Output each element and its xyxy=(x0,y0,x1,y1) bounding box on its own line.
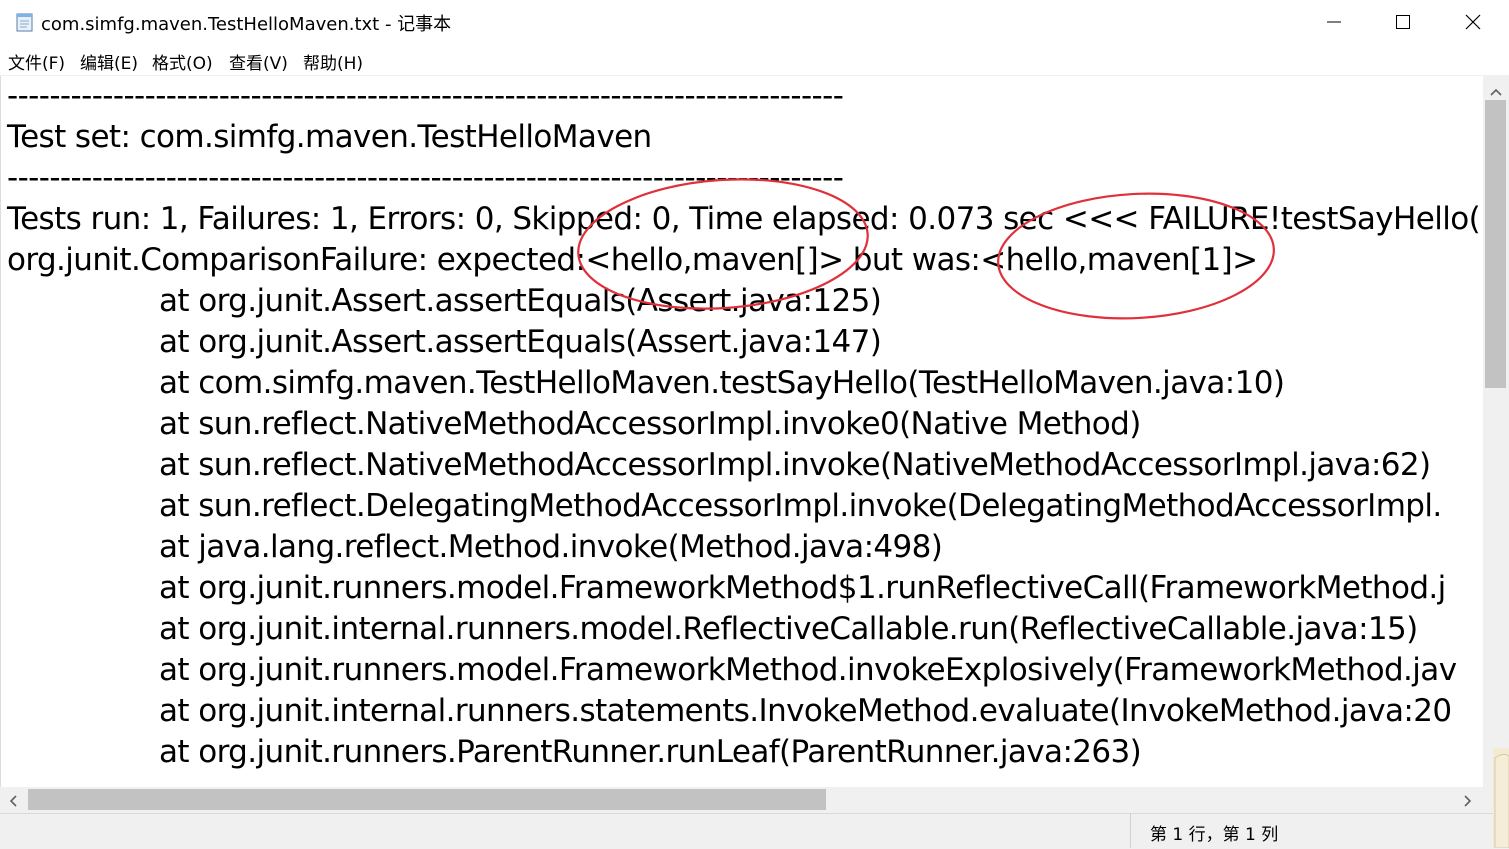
text-editor[interactable]: ----------------------------------------… xyxy=(0,76,1484,787)
notepad-window: com.simfg.maven.TestHelloMaven.txt - 记事本… xyxy=(0,0,1509,849)
title-bar[interactable]: com.simfg.maven.TestHelloMaven.txt - 记事本 xyxy=(0,0,1509,45)
menu-bar: 文件(F) 编辑(E) 格式(O) 查看(V) 帮助(H) xyxy=(0,45,1509,76)
text-line: at org.junit.Assert.assertEquals(Assert.… xyxy=(159,283,882,319)
text-line: at org.junit.runners.ParentRunner.runLea… xyxy=(159,734,1142,770)
menu-help[interactable]: 帮助(H) xyxy=(303,49,363,74)
text-line: ----------------------------------------… xyxy=(7,78,844,114)
notepad-icon xyxy=(16,12,33,32)
menu-edit[interactable]: 编辑(E) xyxy=(80,49,138,74)
vertical-scroll-thumb[interactable] xyxy=(1485,100,1506,388)
text-line: at org.junit.internal.runners.model.Refl… xyxy=(159,611,1418,647)
scroll-left-icon[interactable] xyxy=(8,793,18,812)
cursor-position: 第 1 行，第 1 列 xyxy=(1150,825,1279,845)
minimize-button[interactable] xyxy=(1299,0,1369,45)
scroll-right-icon[interactable] xyxy=(1463,793,1473,812)
text-line: Test set: com.simfg.maven.TestHelloMaven xyxy=(7,119,652,155)
horizontal-scroll-thumb[interactable] xyxy=(28,789,826,810)
text-line: at org.junit.runners.model.FrameworkMeth… xyxy=(159,652,1457,688)
text-line: at java.lang.reflect.Method.invoke(Metho… xyxy=(159,529,943,565)
text-line: Tests run: 1, Failures: 1, Errors: 0, Sk… xyxy=(7,201,1481,237)
text-line: at sun.reflect.NativeMethodAccessorImpl.… xyxy=(159,447,1431,483)
status-divider xyxy=(1130,813,1131,848)
maximize-button[interactable] xyxy=(1368,0,1438,45)
menu-format[interactable]: 格式(O) xyxy=(152,49,213,74)
text-line: at org.junit.internal.runners.statements… xyxy=(159,693,1452,729)
text-line: org.junit.ComparisonFailure: expected:<h… xyxy=(7,242,1258,278)
resize-grip-icon[interactable] xyxy=(1489,748,1509,848)
text-line: at sun.reflect.NativeMethodAccessorImpl.… xyxy=(159,406,1141,442)
status-bar xyxy=(0,813,1509,849)
text-line: ----------------------------------------… xyxy=(7,160,844,196)
scroll-up-icon[interactable] xyxy=(1489,82,1503,101)
close-button[interactable] xyxy=(1438,0,1508,45)
text-line: at org.junit.runners.model.FrameworkMeth… xyxy=(159,570,1446,606)
window-title: com.simfg.maven.TestHelloMaven.txt - 记事本 xyxy=(41,14,452,35)
text-line: at org.junit.Assert.assertEquals(Assert.… xyxy=(159,324,882,360)
menu-file[interactable]: 文件(F) xyxy=(8,49,65,74)
menu-view[interactable]: 查看(V) xyxy=(229,49,288,74)
text-line: at sun.reflect.DelegatingMethodAccessorI… xyxy=(159,488,1442,524)
text-line: at com.simfg.maven.TestHelloMaven.testSa… xyxy=(159,365,1285,401)
